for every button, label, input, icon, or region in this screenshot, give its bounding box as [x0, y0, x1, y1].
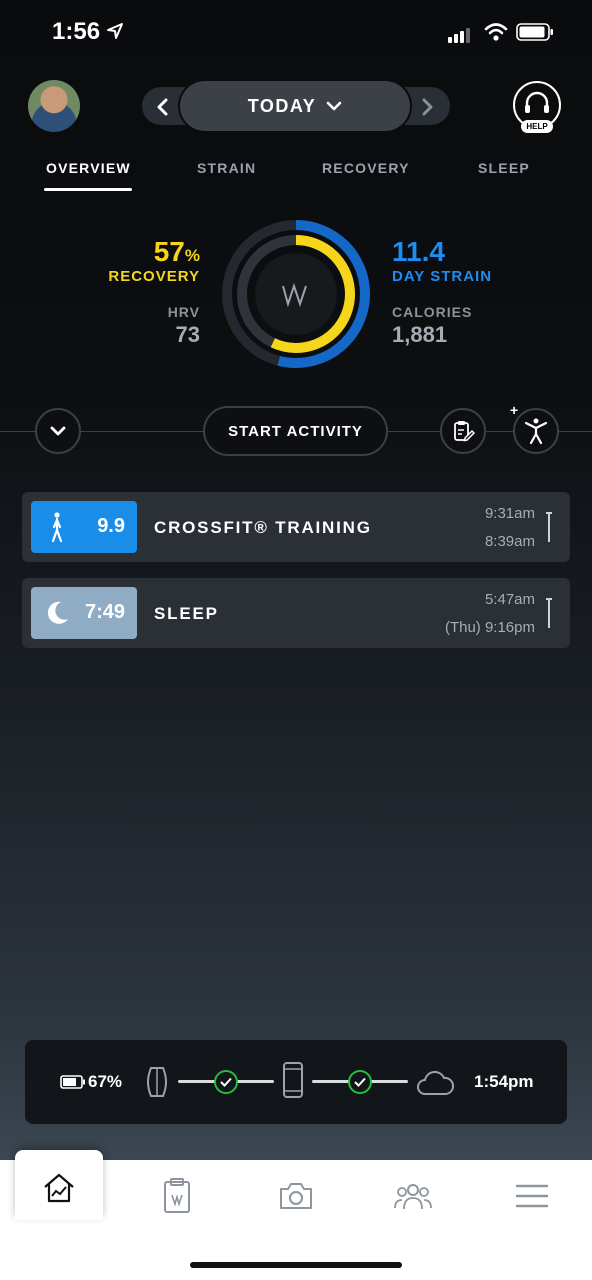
- sleep-badge: 7:49: [31, 587, 137, 639]
- strain-badge: 9.9: [31, 501, 137, 553]
- activity-title: CROSSFIT® TRAINING: [154, 518, 372, 537]
- nav-journal[interactable]: [157, 1176, 197, 1216]
- wifi-icon: [484, 23, 508, 41]
- add-activity-button[interactable]: [513, 408, 559, 454]
- hrv-value: 73: [175, 322, 200, 347]
- recovery-value: 57%: [154, 236, 200, 268]
- recovery-label: RECOVERY: [108, 268, 200, 285]
- tab-overview[interactable]: OVERVIEW: [46, 160, 131, 176]
- recovery-unit: %: [184, 246, 200, 265]
- clipboard-edit-icon: [454, 421, 475, 442]
- strap-connected-status: [214, 1070, 238, 1094]
- strain-value: 11.4: [392, 236, 445, 267]
- activity-card-crossfit[interactable]: 9.9 CROSSFIT® TRAINING 9:31am 8:39am: [22, 492, 570, 562]
- chevron-down-icon: [326, 101, 342, 111]
- cloud-connected-status: [348, 1070, 372, 1094]
- user-avatar[interactable]: [28, 80, 80, 132]
- tab-strain[interactable]: STRAIN: [197, 160, 256, 176]
- activity-end-time: 9:31am: [484, 505, 535, 522]
- recovery-strain-rings[interactable]: [220, 218, 372, 370]
- help-label: HELP: [521, 120, 553, 133]
- start-activity-button[interactable]: START ACTIVITY: [203, 406, 388, 456]
- check-icon: [220, 1077, 232, 1087]
- strain-label: DAY STRAIN: [392, 268, 493, 285]
- activity-title: SLEEP: [154, 604, 219, 623]
- add-activity-plus: +: [510, 402, 519, 418]
- nav-camera[interactable]: [276, 1176, 316, 1216]
- chevron-right-icon: [422, 98, 433, 116]
- person-standing-icon: [51, 512, 63, 543]
- tab-active-indicator: [44, 188, 132, 191]
- strap-icon: [147, 1067, 167, 1097]
- phone-icon: [283, 1062, 303, 1098]
- chevron-left-icon: [157, 98, 168, 116]
- hrv-label: HRV: [167, 304, 200, 320]
- cellular-signal-icon: [448, 25, 472, 43]
- journal-button[interactable]: [440, 408, 486, 454]
- location-arrow-icon: [107, 23, 123, 39]
- activity-start-time: 8:39am: [484, 533, 535, 550]
- nav-teams[interactable]: [393, 1176, 433, 1216]
- activity-start-time: (Thu) 9:16pm: [444, 619, 535, 636]
- sleep-duration-value: 7:49: [84, 601, 125, 623]
- activity-end-time: 5:47am: [484, 591, 535, 608]
- battery-icon: [60, 1075, 85, 1089]
- status-time: 1:56: [52, 18, 101, 45]
- sync-status-panel[interactable]: 67% 1:54pm: [25, 1040, 567, 1124]
- strap-battery-level: 67%: [88, 1072, 123, 1091]
- recovery-number: 57: [153, 236, 185, 267]
- expand-button[interactable]: [35, 408, 81, 454]
- menu-icon: [515, 1184, 549, 1208]
- cloud-icon: [417, 1070, 454, 1095]
- tab-recovery[interactable]: RECOVERY: [322, 160, 410, 176]
- clipboard-icon: [164, 1178, 190, 1213]
- check-icon: [354, 1077, 366, 1087]
- calories-label: CALORIES: [392, 304, 473, 320]
- date-selector-button[interactable]: TODAY: [180, 81, 410, 131]
- previous-day-button[interactable]: [150, 94, 176, 120]
- person-icon: [524, 418, 548, 445]
- time-range-bar: [546, 512, 552, 542]
- time-range-bar: [546, 598, 552, 628]
- tab-sleep[interactable]: SLEEP: [478, 160, 530, 176]
- date-label: TODAY: [247, 95, 317, 116]
- calories-value: 1,881: [392, 322, 448, 347]
- camera-icon: [280, 1183, 312, 1209]
- nav-home[interactable]: [39, 1168, 79, 1208]
- nav-menu[interactable]: [512, 1176, 552, 1216]
- group-icon: [394, 1184, 432, 1210]
- last-sync-time: 1:54pm: [474, 1072, 534, 1091]
- moon-icon: [47, 601, 68, 624]
- next-day-button[interactable]: [414, 94, 440, 120]
- chevron-down-icon: [50, 426, 66, 436]
- activity-card-sleep[interactable]: 7:49 SLEEP 5:47am (Thu) 9:16pm: [22, 578, 570, 648]
- battery-icon: [516, 23, 553, 41]
- home-chart-icon: [44, 1173, 74, 1203]
- activity-strain-value: 9.9: [97, 515, 125, 537]
- home-indicator: [190, 1262, 402, 1268]
